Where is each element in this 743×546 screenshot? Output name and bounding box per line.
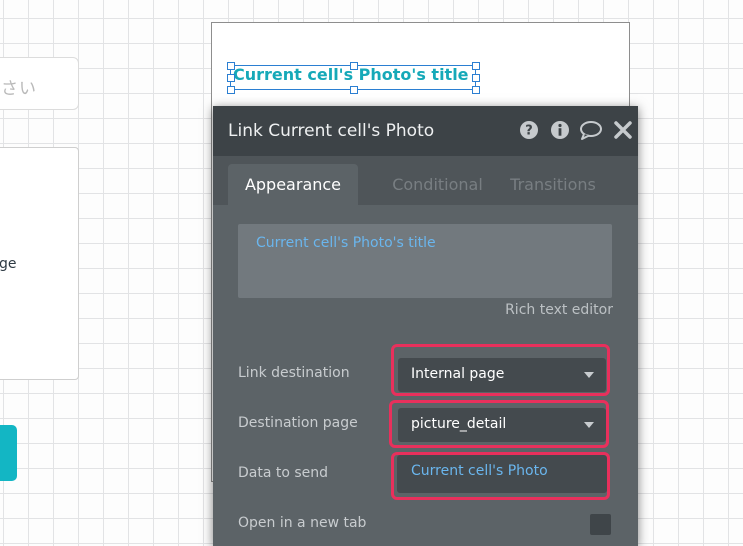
dynamic-expression[interactable]: Current cell's Photo's title [256,235,436,251]
open-new-tab-checkbox[interactable] [590,514,611,535]
partial-group-card[interactable]: ge [0,147,79,380]
highlight-outline [391,344,610,396]
resize-handle-n[interactable] [350,62,358,70]
info-icon[interactable] [550,120,570,140]
partial-input-field[interactable]: さい [0,57,79,110]
resize-handle-sw[interactable] [227,86,235,94]
panel-title: Link Current cell's Photo [228,121,435,141]
input-placeholder: さい [1,79,37,99]
destination-page-label: Destination page [238,415,358,431]
panel-header[interactable]: Link Current cell's Photo ? [213,106,638,156]
tab-bar: Appearance Conditional Transitions [213,156,638,205]
property-editor: Link Current cell's Photo ? Appearance C… [213,106,638,546]
rich-text-editor-link[interactable]: Rich text editor [505,302,613,318]
tab-transitions[interactable]: Transitions [503,164,603,205]
tab-appearance[interactable]: Appearance [228,164,358,205]
comment-icon[interactable] [579,120,603,140]
partial-button[interactable] [0,425,17,481]
link-destination-label: Link destination [238,365,350,381]
selection-box[interactable] [227,62,480,94]
resize-handle-ne[interactable] [472,62,480,70]
resize-handle-s[interactable] [350,86,358,94]
resize-handle-e[interactable] [472,74,480,82]
svg-text:?: ? [525,124,533,139]
highlight-outline [391,452,610,500]
card-text: ge [0,256,17,272]
open-new-tab-label: Open in a new tab [238,515,367,531]
resize-handle-se[interactable] [472,86,480,94]
close-icon[interactable] [613,120,633,140]
highlight-outline [389,400,609,448]
data-to-send-label: Data to send [238,465,329,481]
tab-conditional[interactable]: Conditional [370,164,505,205]
help-icon[interactable]: ? [519,120,539,140]
resize-handle-nw[interactable] [227,62,235,70]
resize-handle-w[interactable] [227,74,235,82]
rich-text-input[interactable]: Current cell's Photo's title [238,224,612,298]
